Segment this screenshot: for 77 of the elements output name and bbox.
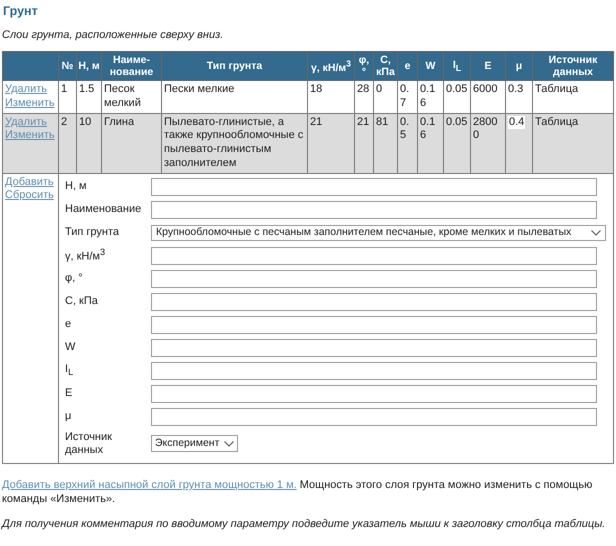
add-layer-link[interactable]: Добавить верхний насыпной слой грунта мощностью 1 м. bbox=[2, 479, 297, 491]
input-field[interactable] bbox=[151, 384, 597, 403]
row-action-link[interactable]: Удалить bbox=[5, 83, 56, 97]
input-field[interactable] bbox=[151, 338, 597, 357]
subtitle: Слои грунта, расположенные сверху вниз. bbox=[2, 29, 224, 41]
table-cell: 1.5 bbox=[79, 83, 94, 96]
table-cell: 2 bbox=[61, 116, 68, 128]
table-cell: Таблица bbox=[535, 83, 578, 96]
table-cell: 10 bbox=[79, 116, 92, 128]
section-title: Грунт bbox=[2, 3, 39, 18]
input-field[interactable] bbox=[151, 246, 597, 265]
hint-text: Для получения комментария по вводимому параметру подведите указатель мыши к заголовку столбца таблицы. bbox=[2, 518, 606, 530]
table-cell: Пески мелкие bbox=[164, 83, 234, 96]
table-cell: 18 bbox=[310, 83, 322, 96]
table-cell: Таблица bbox=[535, 116, 578, 128]
table-cell: 81 bbox=[376, 116, 388, 128]
chevron-icon bbox=[224, 440, 234, 447]
dropdown[interactable]: Крупнообломочные с песчаным заполнителем песчаные, кроме мелких и пылеватых bbox=[151, 224, 606, 241]
column-header: № bbox=[58, 52, 76, 81]
input-field[interactable] bbox=[151, 362, 597, 380]
dropdown[interactable]: Эксперимент bbox=[151, 435, 238, 452]
row-action-link[interactable]: Удалить bbox=[5, 116, 56, 130]
column-header: γ, кН/м$^{3}$ bbox=[308, 52, 354, 81]
table-cell: 0.7 bbox=[400, 83, 410, 109]
table-cell: 28 bbox=[357, 83, 370, 96]
field-label: E bbox=[65, 387, 74, 400]
input-field[interactable] bbox=[151, 316, 597, 334]
column-header: φ, ° bbox=[354, 52, 374, 81]
column-header: E bbox=[470, 52, 506, 81]
input-field[interactable] bbox=[151, 270, 597, 288]
table-cell: Песок мелкий bbox=[104, 83, 141, 109]
field-label: C, кПа bbox=[65, 295, 99, 308]
header-cell bbox=[2, 52, 58, 81]
table-cell: 0.3 bbox=[508, 83, 524, 96]
table-cell: 0.05 bbox=[446, 83, 468, 96]
table-cell: 1 bbox=[61, 83, 68, 96]
column-header: C, кПа bbox=[374, 52, 398, 81]
column-header: e bbox=[398, 52, 418, 81]
table-cell: 0 bbox=[376, 83, 382, 96]
column-header: Наиме-нование bbox=[102, 52, 162, 81]
input-field[interactable] bbox=[151, 408, 597, 426]
field-label: Тип грунта bbox=[65, 226, 120, 240]
table-cell: Глина bbox=[104, 116, 134, 128]
column-header: μ bbox=[506, 52, 532, 81]
column-header: W bbox=[418, 52, 444, 81]
table-cell: Пылевато-глинистые, а также крупнообломочные с пылевато-глинистым заполнителем bbox=[164, 116, 304, 169]
table-cell: 0.16 bbox=[420, 83, 436, 109]
row-action-link[interactable]: Изменить bbox=[5, 96, 56, 111]
table-cell: 28000 bbox=[473, 116, 498, 142]
form-action-link[interactable]: Сбросить bbox=[5, 189, 56, 204]
column-header: I$_{L}$ bbox=[444, 52, 470, 81]
cell-input-field[interactable]: 0.4 bbox=[508, 116, 526, 130]
note-paragraph: Добавить верхний насыпной слой грунта мощностью 1 м. Мощность этого слоя грунта можно изменить с помощью команды «Изменить». bbox=[2, 478, 594, 507]
table-cell: 0.5 bbox=[400, 116, 410, 142]
field-label: W bbox=[65, 341, 76, 354]
table-cell: 0.05 bbox=[446, 116, 468, 128]
input-field[interactable] bbox=[151, 178, 597, 196]
row-action-link[interactable]: Изменить bbox=[5, 129, 56, 144]
table-cell: 6000 bbox=[473, 83, 498, 96]
field-label: Наименование bbox=[65, 203, 142, 216]
field-label: γ, кН/м$^{3}$ bbox=[65, 247, 106, 264]
chevron-icon bbox=[591, 230, 601, 236]
input-field[interactable] bbox=[151, 292, 597, 311]
form-action-link[interactable]: Добавить bbox=[5, 176, 56, 190]
table-cell: 0.16 bbox=[420, 116, 436, 142]
table-cell: 21 bbox=[357, 116, 370, 128]
input-field[interactable] bbox=[151, 200, 597, 219]
field-label: H, м bbox=[65, 180, 88, 194]
field-label: e bbox=[65, 318, 72, 332]
column-header: Тип грунта bbox=[162, 52, 308, 81]
column-header: H, м bbox=[76, 52, 102, 81]
field-label: Источник данных bbox=[65, 430, 113, 457]
field-label: μ bbox=[65, 410, 72, 424]
field-label: I$_{L}$ bbox=[65, 363, 74, 378]
field-label: φ, ° bbox=[65, 272, 84, 286]
column-header: Источник данных bbox=[532, 52, 614, 81]
table-cell: 21 bbox=[310, 116, 322, 128]
